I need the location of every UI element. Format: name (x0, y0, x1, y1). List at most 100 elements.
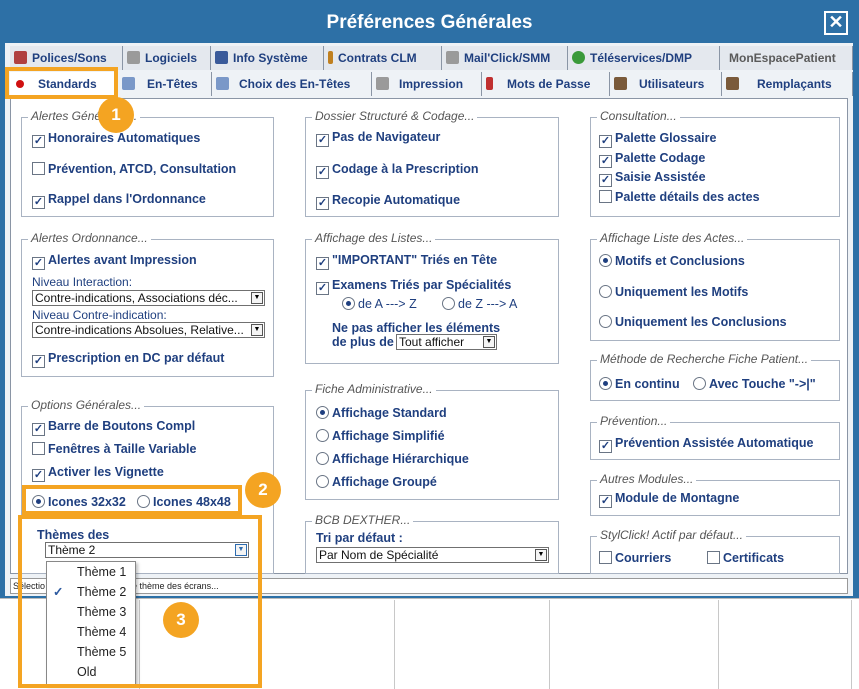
barre-boutons-checkbox[interactable]: ✓ Barre de Boutons Compl (32, 418, 196, 436)
examens-checkbox[interactable]: ✓ Examens Triés par Spécialités (316, 277, 512, 295)
tri-az-radio[interactable]: de A ---> Z (342, 296, 417, 312)
group-title: Fiche Administrative... (312, 382, 436, 396)
software-icon (127, 51, 140, 64)
alertes-impression-checkbox[interactable]: ✓ Alertes avant Impression (32, 252, 197, 270)
group-title: BCB DEXTHER... (312, 513, 414, 527)
tri-par-defaut-label: Tri par défaut : (316, 531, 403, 545)
palette-codage-checkbox[interactable]: ✓ Palette Codage (599, 150, 706, 168)
checkbox-label: Examens Triés par Spécialités (332, 278, 512, 292)
recopie-checkbox[interactable]: ✓ Recopie Automatique (316, 192, 460, 210)
niveau-ci-select[interactable]: Contre-indications Absolues, Relative...… (32, 322, 265, 338)
close-button[interactable]: ✕ (824, 11, 848, 35)
checkbox-box (599, 190, 612, 203)
tab-remplacants[interactable]: Remplaçants (722, 72, 853, 96)
radio-label: Affichage Simplifié (332, 429, 445, 443)
niveau-interaction-label: Niveau Interaction: (32, 275, 133, 289)
affichage-simplifie-radio[interactable]: Affichage Simplifié (316, 428, 445, 444)
vignette-checkbox[interactable]: ✓ Activer les Vignette (32, 464, 164, 482)
checkbox-label: Fenêtres à Taille Variable (48, 442, 197, 456)
module-montagne-checkbox[interactable]: ✓ Module de Montagne (599, 490, 739, 508)
group-title: Options Générales... (28, 398, 145, 412)
group-title: Alertes Ordonnance... (28, 231, 151, 245)
callout-box-2 (22, 485, 242, 515)
check-icon: ✓ (599, 135, 612, 148)
radio-label: En continu (615, 377, 680, 391)
checkbox-label: Barre de Boutons Compl (48, 419, 196, 433)
uniquement-conclusions-radio[interactable]: Uniquement les Conclusions (599, 314, 787, 330)
saisie-assistee-checkbox[interactable]: ✓ Saisie Assistée (599, 169, 706, 187)
tab-impression[interactable]: Impression (372, 72, 482, 96)
tab-utilisateurs[interactable]: Utilisateurs (610, 72, 722, 96)
tab-mots-de-passe[interactable]: Mots de Passe (482, 72, 610, 96)
prevention-assistee-checkbox[interactable]: ✓ Prévention Assistée Automatique (599, 435, 813, 453)
tab-en-tetes[interactable]: En-Têtes (118, 72, 212, 96)
callout-badge-1: 1 (98, 97, 134, 133)
checkbox-label: Palette détails des actes (615, 190, 760, 204)
checkbox-box (32, 442, 45, 455)
checkbox-label: Palette Codage (615, 151, 706, 165)
tri-za-radio[interactable]: de Z ---> A (442, 296, 517, 312)
checkbox-label: Pas de Navigateur (332, 130, 441, 144)
radio-selected-icon (342, 297, 355, 310)
motifs-conclusions-radio[interactable]: Motifs et Conclusions (599, 253, 745, 269)
select-value: Contre-indications Absolues, Relative... (35, 323, 244, 337)
check-icon: ✓ (599, 155, 612, 168)
en-continu-radio[interactable]: En continu (599, 376, 680, 392)
radio-label: Affichage Hiérarchique (332, 452, 469, 466)
prevention-checkbox[interactable]: Prévention, ATCD, Consultation (32, 161, 236, 177)
certificats-checkbox[interactable]: Certificats (707, 550, 784, 566)
checkbox-box (707, 551, 720, 564)
checkbox-label: Codage à la Prescription (332, 162, 479, 176)
tout-afficher-select[interactable]: Tout afficher ▼ (396, 334, 497, 350)
navigateur-checkbox[interactable]: ✓ Pas de Navigateur (316, 129, 441, 147)
radio-label: Affichage Groupé (332, 475, 437, 489)
check-icon: ✓ (599, 440, 612, 453)
check-icon: ✓ (32, 469, 45, 482)
palette-glossaire-checkbox[interactable]: ✓ Palette Glossaire (599, 130, 717, 148)
tab-mail-click[interactable]: Mail'Click/SMM (442, 46, 568, 70)
divider (851, 600, 852, 689)
uniquement-motifs-radio[interactable]: Uniquement les Motifs (599, 284, 748, 300)
dropdown-arrow-icon: ▼ (483, 336, 495, 348)
important-checkbox[interactable]: ✓ "IMPORTANT" Triés en Tête (316, 252, 497, 270)
leaf-icon (572, 51, 585, 64)
radio-icon (693, 377, 706, 390)
affichage-hierarchique-radio[interactable]: Affichage Hiérarchique (316, 451, 469, 467)
radio-selected-icon (599, 377, 612, 390)
niveau-interaction-select[interactable]: Contre-indications, Associations déc... ▼ (32, 290, 265, 306)
codage-prescription-checkbox[interactable]: ✓ Codage à la Prescription (316, 161, 479, 179)
palette-details-checkbox[interactable]: Palette détails des actes (599, 189, 760, 205)
user-icon (614, 77, 627, 90)
rappel-checkbox[interactable]: ✓ Rappel dans l'Ordonnance (32, 191, 206, 209)
bcb-tri-select[interactable]: Par Nom de Spécialité ▼ (316, 547, 549, 563)
check-icon: ✓ (32, 135, 45, 148)
tab-monespacepatient[interactable]: MonEspacePatient (720, 46, 853, 70)
niveau-ci-label: Niveau Contre-indication: (32, 308, 167, 322)
group-title: Prévention... (597, 414, 671, 428)
group-title: Affichage Liste des Actes... (597, 231, 748, 245)
tab-teleservices[interactable]: Téléservices/DMP (568, 46, 720, 70)
check-icon: ✓ (32, 257, 45, 270)
tab-label: Logiciels (145, 51, 198, 65)
divider (718, 600, 719, 689)
affichage-standard-radio[interactable]: Affichage Standard (316, 405, 447, 421)
check-icon: ✓ (32, 355, 45, 368)
tab-choix-en-tetes[interactable]: Choix des En-Têtes (212, 72, 372, 96)
tab-label: Impression (399, 77, 464, 91)
affichage-groupe-radio[interactable]: Affichage Groupé (316, 474, 437, 490)
checkbox-label: Palette Glossaire (615, 131, 717, 145)
tab-label: En-Têtes (147, 77, 198, 91)
prescription-dc-checkbox[interactable]: ✓ Prescription en DC par défaut (32, 350, 224, 368)
fenetres-checkbox[interactable]: Fenêtres à Taille Variable (32, 441, 196, 457)
courriers-checkbox[interactable]: Courriers (599, 550, 671, 566)
tab-logiciels[interactable]: Logiciels (123, 46, 211, 70)
group-title: Autres Modules... (597, 472, 697, 486)
checkbox-box (32, 162, 45, 175)
avec-touche-radio[interactable]: Avec Touche "->|" (693, 376, 816, 392)
tab-info-systeme[interactable]: Info Système (211, 46, 324, 70)
radio-label: Motifs et Conclusions (615, 254, 745, 268)
ne-pas-afficher-label-2: de plus de (332, 335, 394, 349)
check-icon: ✓ (316, 134, 329, 147)
users-icon (726, 77, 739, 90)
tab-contrats-clm[interactable]: Contrats CLM (324, 46, 442, 70)
